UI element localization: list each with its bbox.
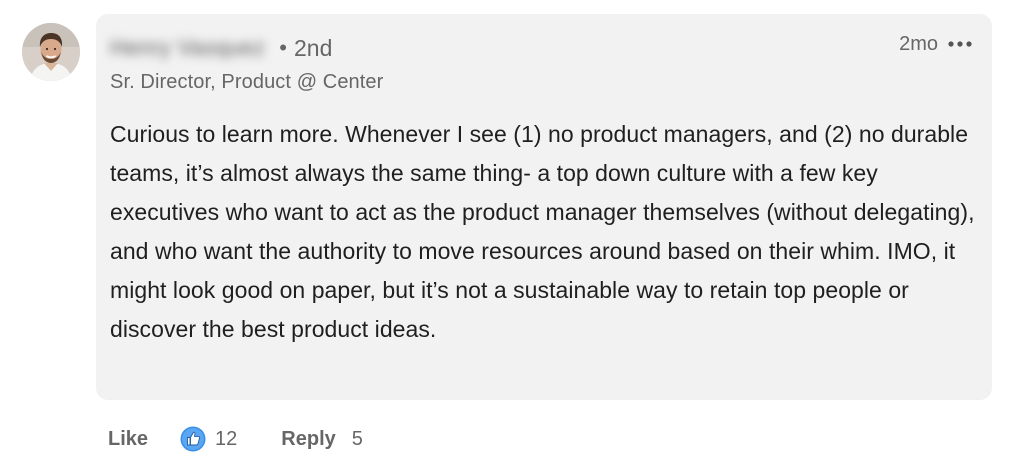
more-options-button[interactable] [946, 32, 974, 56]
author-name[interactable]: Henry Vasquez [110, 35, 265, 61]
timestamp: 2mo [899, 32, 938, 55]
like-button[interactable]: Like [108, 428, 148, 451]
comment-actions: Like 12 Reply 5 [108, 424, 363, 454]
avatar[interactable] [22, 23, 80, 81]
reactions-summary[interactable]: 12 [180, 426, 237, 452]
author-row: Henry Vasquez • 2nd [110, 34, 332, 62]
comment-meta: 2mo [899, 32, 974, 56]
comment-item: Henry Vasquez • 2nd Sr. Director, Produc… [0, 0, 1024, 471]
author-headline: Sr. Director, Product @ Center [110, 71, 384, 93]
degree-separator: • [279, 35, 287, 60]
connection-degree: 2nd [293, 34, 333, 61]
comment-text: Curious to learn more. Whenever I see (1… [110, 121, 975, 342]
thumbs-up-icon [180, 426, 206, 452]
avatar-image [22, 23, 80, 81]
comment-bubble: Henry Vasquez • 2nd Sr. Director, Produc… [96, 14, 992, 400]
reply-button[interactable]: Reply [281, 428, 335, 451]
reply-count[interactable]: 5 [352, 428, 363, 451]
reply-group: Reply 5 [281, 428, 363, 451]
reaction-count: 12 [215, 427, 238, 450]
more-horizontal-icon [948, 41, 972, 47]
